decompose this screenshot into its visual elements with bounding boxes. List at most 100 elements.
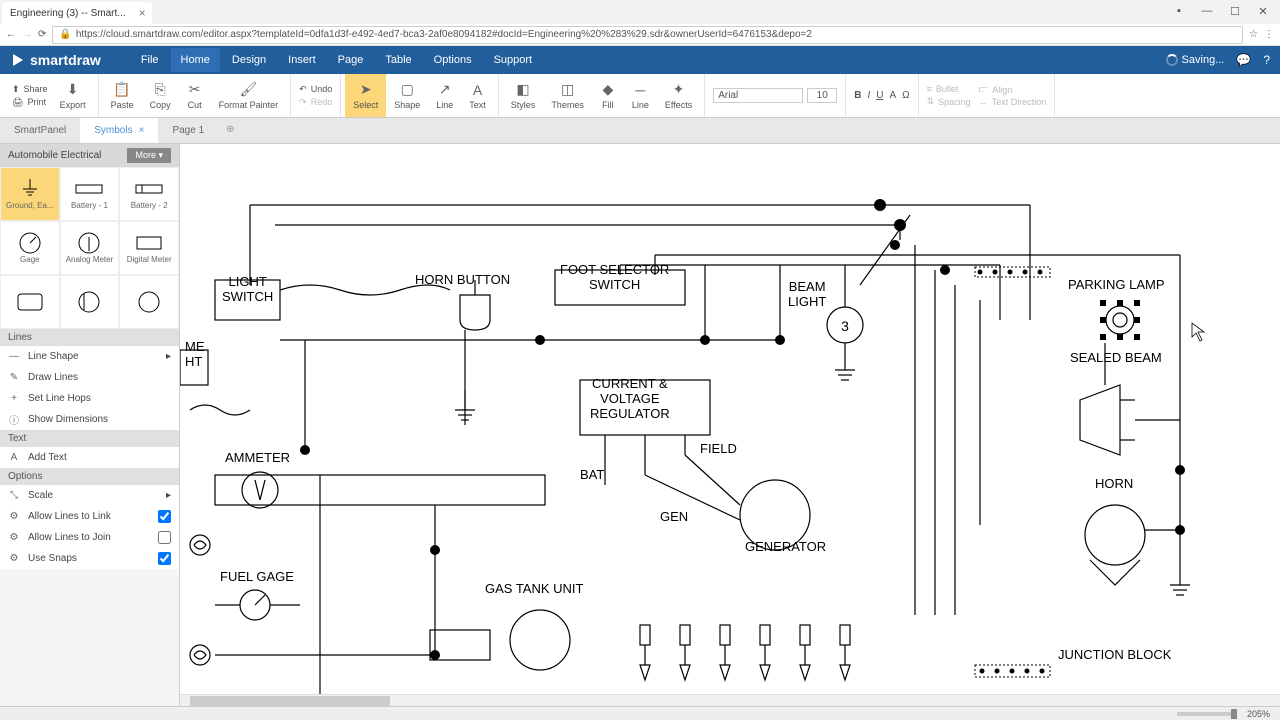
menu-design[interactable]: Design [222,48,276,72]
paste-button[interactable]: 📋Paste [103,74,142,117]
reload-icon[interactable]: ⟳ [38,29,46,40]
bold-button[interactable]: B [854,90,861,101]
tab-symbols[interactable]: Symbols× [80,118,158,143]
menu-insert[interactable]: Insert [278,48,326,72]
italic-button[interactable]: I [867,90,870,101]
menu-icon[interactable]: ⋮ [1264,29,1274,40]
tab-title: Engineering (3) -- Smart... [10,8,126,19]
close-tab-icon[interactable]: × [139,6,146,20]
themes-button[interactable]: ◫Themes [543,74,592,117]
font-size-select[interactable]: 10 [807,88,837,103]
zoom-slider[interactable] [1177,712,1237,716]
more-button[interactable]: More ▾ [127,148,171,163]
tab-smartpanel[interactable]: SmartPanel [0,118,80,143]
menu-options[interactable]: Options [424,48,482,72]
label-horn: HORN [1095,476,1133,491]
star-icon[interactable]: ☆ [1249,29,1258,40]
symbol-misc2[interactable] [60,275,120,329]
logo[interactable]: smartdraw [10,52,101,68]
svg-text:3: 3 [841,318,849,334]
horizontal-scrollbar[interactable] [180,694,1280,706]
copy-button[interactable]: ⎘Copy [142,74,179,117]
symbol-misc1[interactable] [0,275,60,329]
font-select[interactable]: Arial [713,88,803,103]
canvas[interactable]: 3 [180,144,1280,706]
undo-button[interactable]: ↶ Undo [299,84,332,95]
show-dimensions-option[interactable]: ⓘShow Dimensions [0,409,179,430]
menu-support[interactable]: Support [484,48,543,72]
menu-table[interactable]: Table [375,48,421,72]
menu-page[interactable]: Page [328,48,374,72]
chat-icon[interactable]: 💬 [1236,53,1251,67]
underline-button[interactable]: U [876,90,883,101]
symbol-battery2[interactable]: Battery - 2 [119,167,179,221]
symbol-library-header: Automobile Electrical More ▾ [0,144,179,167]
bullet-button[interactable]: ≡ Bullet [927,84,971,94]
fill-button[interactable]: ◆Fill [592,74,624,117]
back-icon[interactable]: ← [6,29,16,40]
label-junction: JUNCTION BLOCK [1058,647,1171,662]
forward-icon[interactable]: → [22,29,32,40]
close-tab-icon[interactable]: × [139,125,145,136]
symbol-insert-button[interactable]: Ω [902,90,909,101]
close-window-icon[interactable]: ✕ [1250,2,1276,20]
select-tool[interactable]: ➤Select [345,74,386,117]
align-button[interactable]: ⫍ Align [979,84,1047,95]
brand: smartdraw [30,52,101,68]
options-section-header: Options [0,468,179,485]
window-controls: ▪ — ☐ ✕ [1166,2,1276,20]
export-button[interactable]: ⬇Export [52,74,94,117]
logo-icon [10,52,26,68]
browser-tab[interactable]: Engineering (3) -- Smart... × [2,2,152,24]
symbol-digital-meter[interactable]: Digital Meter [119,221,179,275]
text-tool[interactable]: AText [461,74,494,117]
text-icon: A [8,452,20,464]
address-bar[interactable]: 🔒 https://cloud.smartdraw.com/editor.asp… [52,26,1243,44]
minimize-icon[interactable]: — [1194,2,1220,20]
symbol-ground[interactable]: Ground, Ea... [0,167,60,221]
text-direction-button[interactable]: ↔ Text Direction [979,97,1047,107]
scale-option[interactable]: ⤡Scale▸ [0,485,179,506]
line-shape-option[interactable]: —Line Shape▸ [0,346,179,367]
line-hops-option[interactable]: +Set Line Hops [0,388,179,409]
maximize-icon[interactable]: ☐ [1222,2,1248,20]
use-snaps-option[interactable]: ⚙Use Snaps [0,548,179,569]
label-gen: GEN [660,509,688,524]
share-button[interactable]: ⬆ Share [12,84,48,95]
print-button[interactable]: 🖨 Print [12,97,48,108]
menu-home[interactable]: Home [171,48,220,72]
symbol-gage[interactable]: Gage [0,221,60,275]
add-page-button[interactable]: ⊕ [218,118,242,143]
allow-link-checkbox[interactable] [158,510,171,523]
tab-page1[interactable]: Page 1 [158,118,218,143]
redo-button[interactable]: ↷ Redo [299,97,332,108]
line-tool[interactable]: ↗Line [428,74,461,117]
add-text-option[interactable]: AAdd Text [0,447,179,468]
allow-link-option[interactable]: ⚙Allow Lines to Link [0,506,179,527]
format-painter-button[interactable]: 🖌Format Painter [211,74,287,117]
allow-join-option[interactable]: ⚙Allow Lines to Join [0,527,179,548]
label-parking-lamp: PARKING LAMP [1068,277,1165,292]
user-menu-icon[interactable]: ▪ [1166,2,1192,20]
symbol-misc3[interactable] [119,275,179,329]
effects-button[interactable]: ✦Effects [657,74,700,117]
shape-tool[interactable]: ▢Shape [386,74,428,117]
spacing-button[interactable]: ⇅ Spacing [927,96,971,107]
font-color-button[interactable]: A [889,90,896,101]
info-icon: ⓘ [8,414,20,426]
spinner-icon [1166,54,1178,66]
label-beam-light: BEAM LIGHT [788,279,826,309]
symbol-analog-meter[interactable]: Analog Meter [60,221,120,275]
line-style-button[interactable]: ─Line [624,74,657,117]
symbol-battery1[interactable]: Battery - 1 [60,167,120,221]
styles-button[interactable]: ◧Styles [503,74,544,117]
help-icon[interactable]: ? [1263,53,1270,67]
gear-icon: ⚙ [8,553,20,565]
pencil-icon: ✎ [8,372,20,384]
cut-button[interactable]: ✂Cut [179,74,211,117]
allow-join-checkbox[interactable] [158,531,171,544]
menu-file[interactable]: File [131,48,169,72]
use-snaps-checkbox[interactable] [158,552,171,565]
gear-icon: ⚙ [8,532,20,544]
draw-lines-option[interactable]: ✎Draw Lines [0,367,179,388]
